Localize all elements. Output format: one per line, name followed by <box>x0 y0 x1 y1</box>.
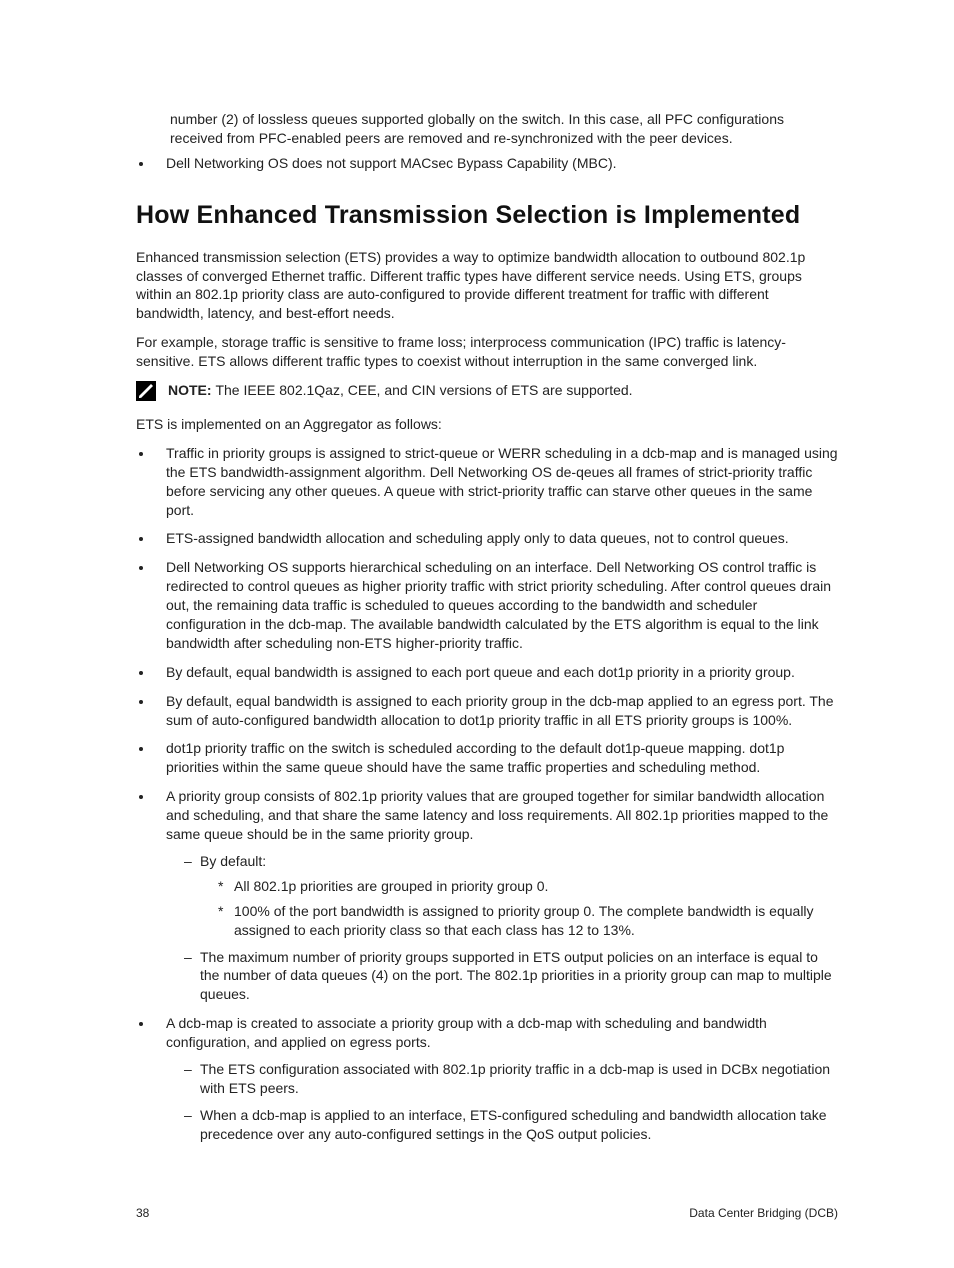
note-body: The IEEE 802.1Qaz, CEE, and CIN versions… <box>215 382 632 398</box>
continued-paragraph: number (2) of lossless queues supported … <box>170 110 838 148</box>
note-icon <box>136 381 156 401</box>
note-block: NOTE: The IEEE 802.1Qaz, CEE, and CIN ve… <box>136 381 838 401</box>
list-item: When a dcb-map is applied to an interfac… <box>184 1106 838 1144</box>
list-item: By default, equal bandwidth is assigned … <box>154 663 838 682</box>
list-item: All 802.1p priorities are grouped in pri… <box>218 877 838 896</box>
page-footer: 38 Data Center Bridging (DCB) <box>136 1206 838 1220</box>
list-item: By default: All 802.1p priorities are gr… <box>184 852 838 940</box>
list-item: ETS-assigned bandwidth allocation and sc… <box>154 529 838 548</box>
section-heading: How Enhanced Transmission Selection is I… <box>136 201 838 230</box>
list-item: A priority group consists of 802.1p prio… <box>154 787 838 1004</box>
page-number: 38 <box>136 1206 149 1220</box>
list-item: The maximum number of priority groups su… <box>184 948 838 1005</box>
list-item: The ETS configuration associated with 80… <box>184 1060 838 1098</box>
top-bullet-list: Dell Networking OS does not support MACs… <box>136 154 838 173</box>
sub-list: The ETS configuration associated with 80… <box>166 1060 838 1144</box>
list-item: dot1p priority traffic on the switch is … <box>154 739 838 777</box>
list-item: Dell Networking OS supports hierarchical… <box>154 558 838 652</box>
list-item-text: A priority group consists of 802.1p prio… <box>166 788 828 842</box>
list-item: A dcb-map is created to associate a prio… <box>154 1014 838 1143</box>
note-label: NOTE: <box>168 382 215 398</box>
list-item-text: By default: <box>200 853 266 869</box>
list-item-text: A dcb-map is created to associate a prio… <box>166 1015 767 1050</box>
document-page: number (2) of lossless queues supported … <box>0 0 954 1268</box>
note-text: NOTE: The IEEE 802.1Qaz, CEE, and CIN ve… <box>168 381 633 400</box>
list-item: Traffic in priority groups is assigned t… <box>154 444 838 520</box>
body-paragraph: ETS is implemented on an Aggregator as f… <box>136 415 838 434</box>
list-item: 100% of the port bandwidth is assigned t… <box>218 902 838 940</box>
ets-list: Traffic in priority groups is assigned t… <box>136 444 838 1144</box>
sub-sub-list: All 802.1p priorities are grouped in pri… <box>200 877 838 940</box>
list-item: By default, equal bandwidth is assigned … <box>154 692 838 730</box>
footer-section-title: Data Center Bridging (DCB) <box>689 1206 838 1220</box>
body-paragraph: For example, storage traffic is sensitiv… <box>136 333 838 371</box>
list-item: Dell Networking OS does not support MACs… <box>154 154 838 173</box>
body-paragraph: Enhanced transmission selection (ETS) pr… <box>136 248 838 324</box>
sub-list: By default: All 802.1p priorities are gr… <box>166 852 838 1004</box>
